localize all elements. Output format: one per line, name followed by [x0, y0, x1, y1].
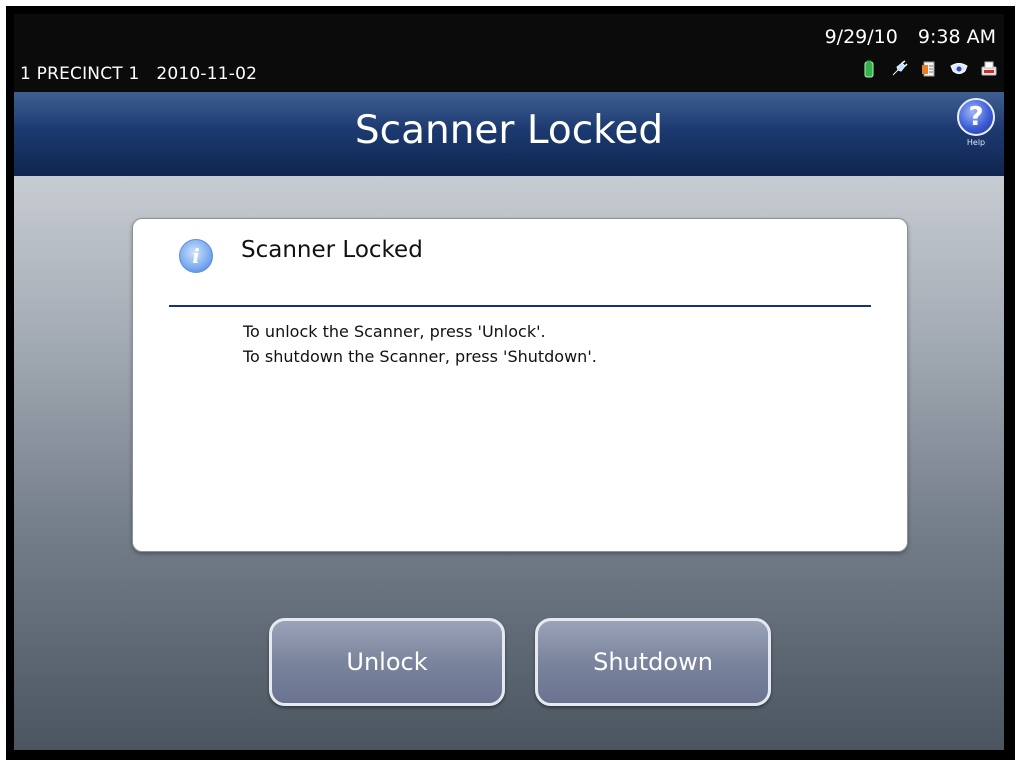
- current-time: 9:38 AM: [917, 26, 996, 48]
- help-label: Help: [966, 138, 986, 147]
- printer-icon: [981, 61, 997, 76]
- shutdown-button[interactable]: Shutdown: [535, 618, 771, 706]
- election-date: 2010-11-02: [156, 64, 258, 84]
- help-button[interactable]: ? Help: [956, 98, 996, 152]
- message-line-shutdown: To shutdown the Scanner, press 'Shutdown…: [243, 347, 597, 366]
- power-plug-icon: [892, 60, 908, 76]
- status-icons: [860, 58, 998, 80]
- current-date: 9/29/10: [824, 26, 898, 48]
- dialog-title: Scanner Locked: [241, 237, 423, 263]
- unlock-button[interactable]: Unlock: [269, 618, 505, 706]
- help-icon[interactable]: ?: [957, 98, 995, 136]
- divider: [169, 305, 871, 307]
- network-icon: [950, 63, 968, 74]
- main-area: i Scanner Locked To unlock the Scanner, …: [14, 176, 1004, 750]
- page-title: Scanner Locked: [354, 108, 664, 153]
- dialog-message: To unlock the Scanner, press 'Unlock'. T…: [243, 319, 597, 369]
- title-bar: Scanner Locked ? Help: [14, 92, 1004, 176]
- info-icon: i: [179, 239, 213, 273]
- precinct-info: 1 PRECINCT 1 2010-11-02: [20, 64, 257, 84]
- screen: 1 PRECINCT 1 2010-11-02 9/29/10 9:38 AM: [14, 14, 1004, 750]
- status-bar: 1 PRECINCT 1 2010-11-02 9/29/10 9:38 AM: [14, 14, 1004, 92]
- document-icon: [922, 61, 935, 77]
- battery-icon: [864, 60, 874, 78]
- message-line-unlock: To unlock the Scanner, press 'Unlock'.: [243, 322, 546, 341]
- clock: 9/29/10 9:38 AM: [811, 26, 996, 48]
- message-dialog: i Scanner Locked To unlock the Scanner, …: [132, 218, 908, 552]
- device-frame: 1 PRECINCT 1 2010-11-02 9/29/10 9:38 AM: [6, 6, 1015, 760]
- precinct-label: 1 PRECINCT 1: [20, 64, 140, 84]
